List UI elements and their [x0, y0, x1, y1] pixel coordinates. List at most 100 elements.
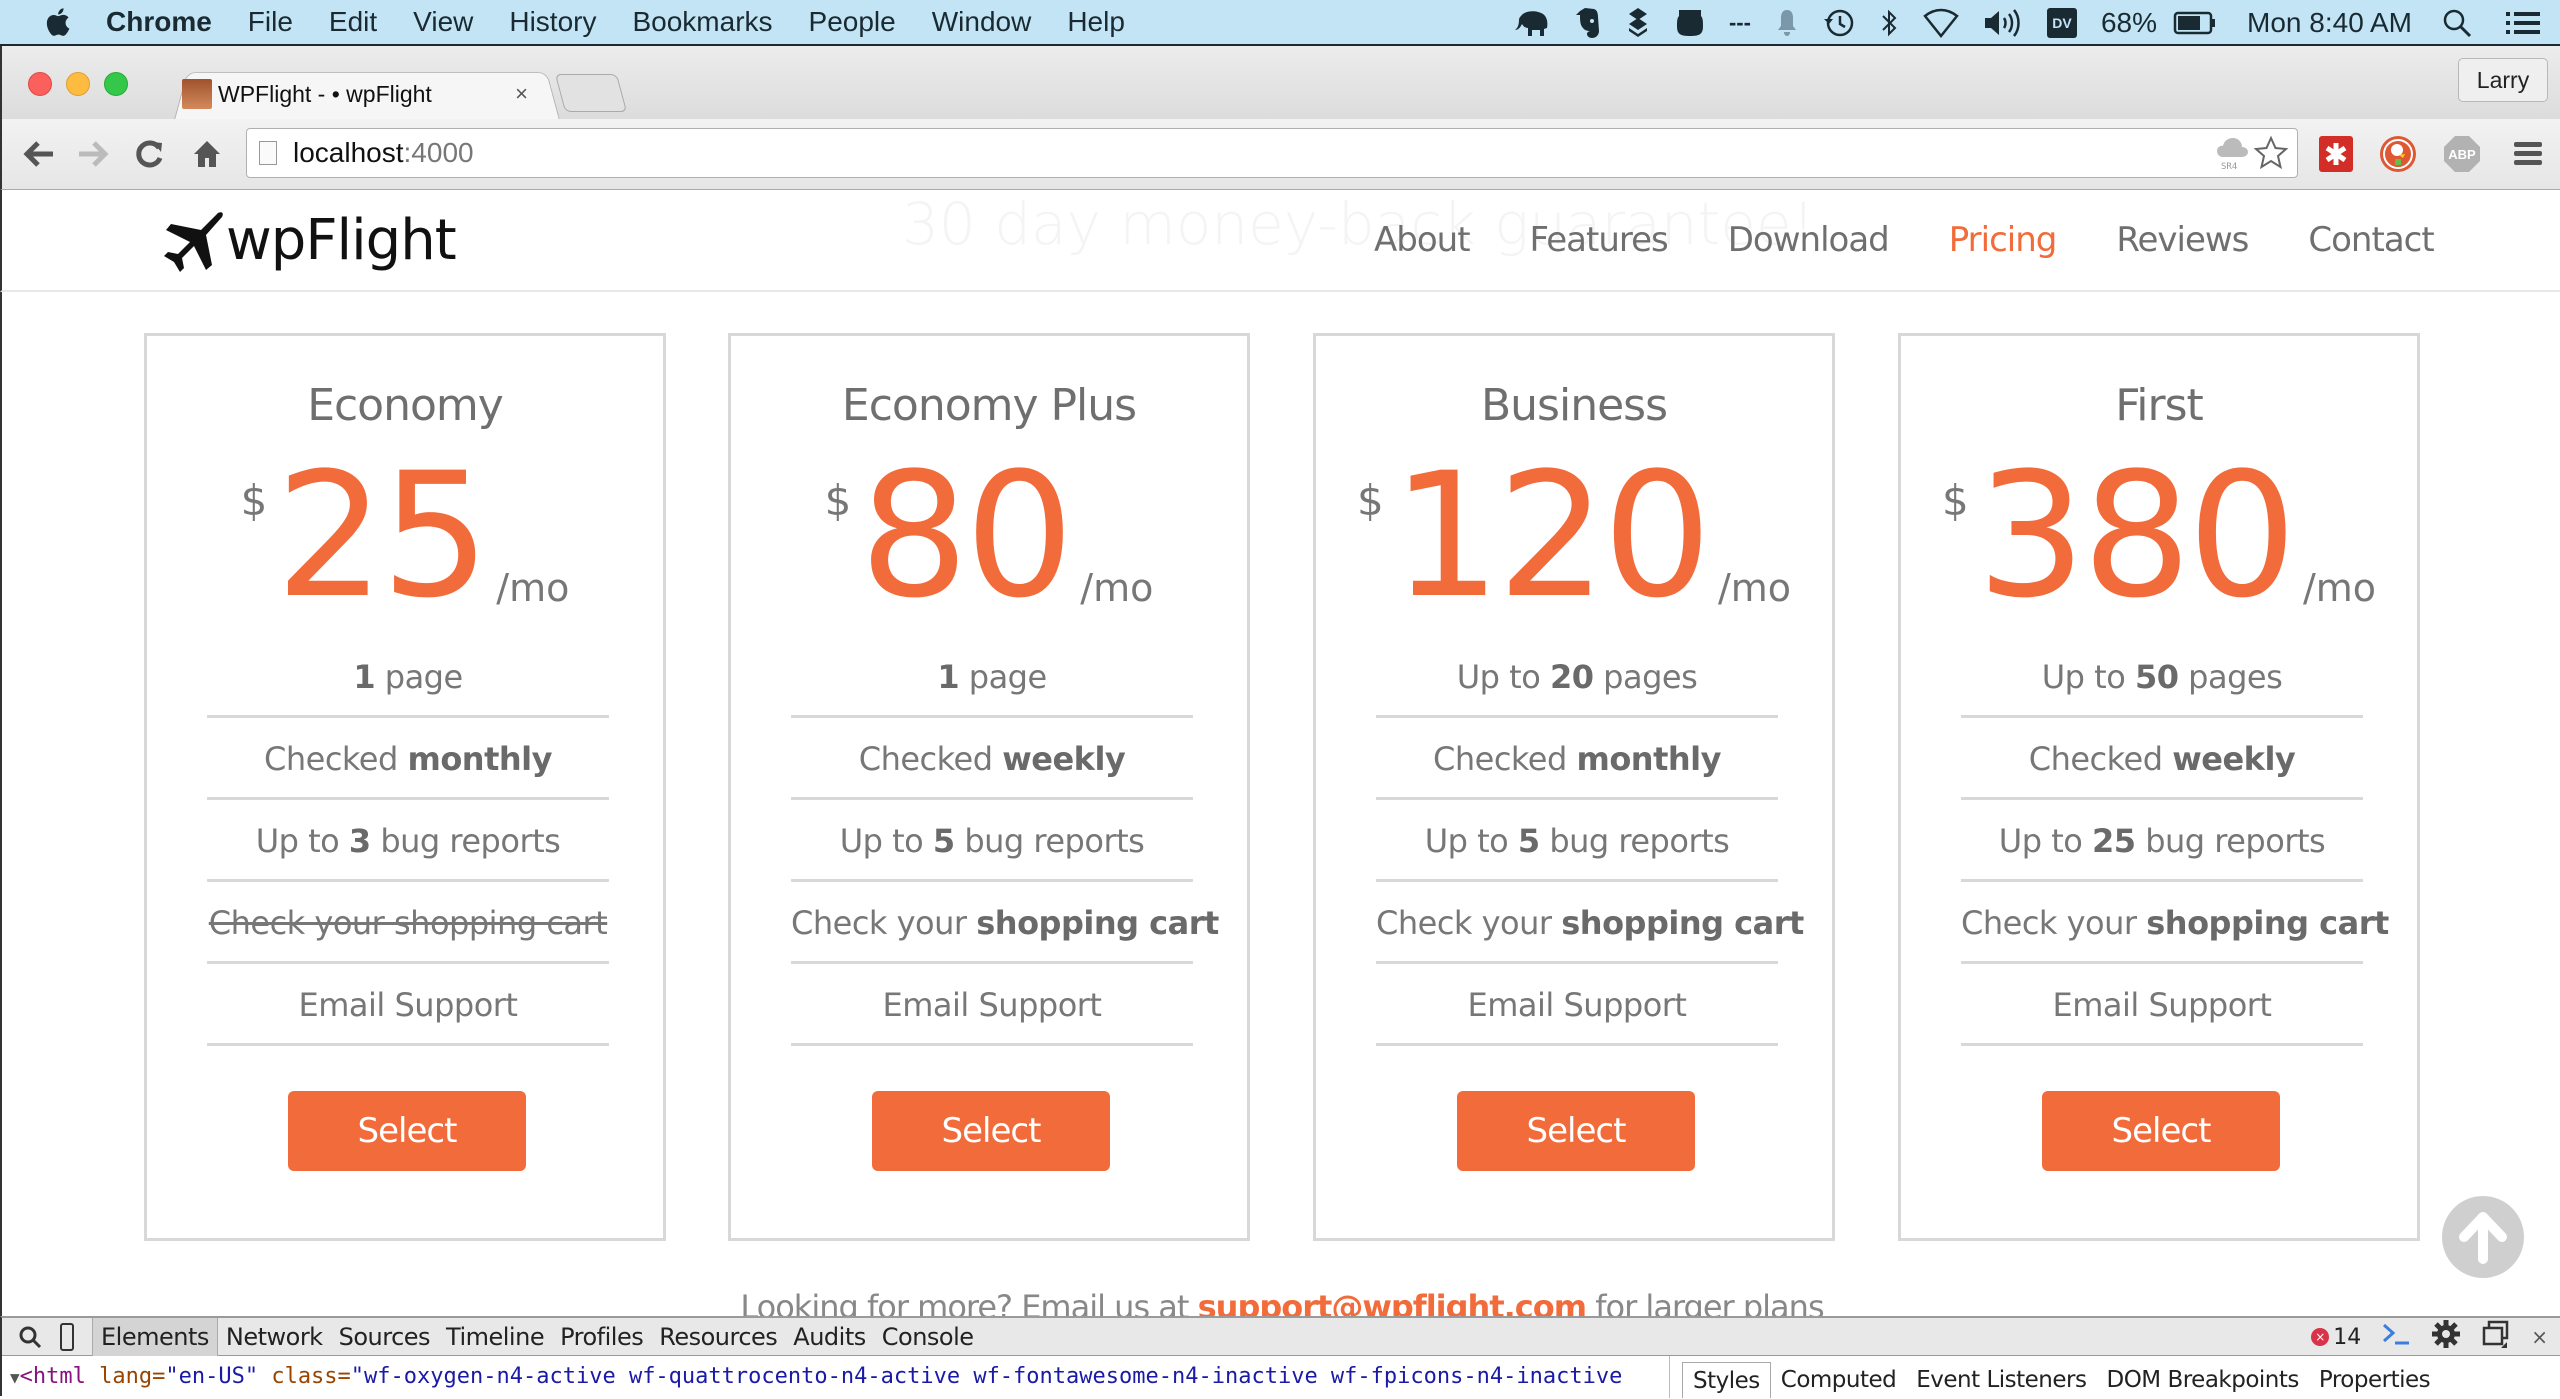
plan-name: First — [2115, 380, 2204, 431]
window-zoom-button[interactable] — [104, 72, 128, 96]
browser-tab[interactable]: WPFlight - • wpFlight × — [182, 70, 542, 118]
devtools-tab-resources[interactable]: Resources — [651, 1318, 785, 1356]
url-port: :4000 — [403, 137, 474, 168]
duckduckgo-icon[interactable] — [2378, 133, 2418, 175]
device-mode-icon[interactable] — [50, 1322, 84, 1351]
chrome-menu-icon[interactable] — [2508, 133, 2548, 175]
feature-text: Up to — [2041, 658, 2135, 696]
feature-text-suffix: pages — [1593, 658, 1698, 696]
feature-text-suffix: bug reports — [954, 822, 1145, 860]
nav-about[interactable]: About — [1374, 220, 1471, 260]
devtools-tab-profiles[interactable]: Profiles — [552, 1318, 651, 1356]
nav-reviews[interactable]: Reviews — [2116, 220, 2249, 260]
side-tab-computed[interactable]: Computed — [1771, 1362, 1906, 1398]
apple-icon[interactable] — [42, 6, 72, 38]
error-counter[interactable]: × 14 — [2311, 1325, 2361, 1350]
feature-text: Checked — [2028, 740, 2173, 778]
logo-text: wpFlight — [226, 208, 457, 273]
select-economy-plus-button[interactable]: Select — [872, 1091, 1110, 1171]
devtools-tab-console[interactable]: Console — [874, 1318, 982, 1356]
side-tab-event-listeners[interactable]: Event Listeners — [1906, 1362, 2096, 1398]
feature-text: Email Support — [1467, 986, 1687, 1024]
evernote-icon[interactable] — [1575, 7, 1601, 39]
devtools-tab-elements[interactable]: Elements — [92, 1317, 218, 1356]
error-count: 14 — [2333, 1324, 2362, 1350]
reload-button[interactable] — [130, 135, 168, 173]
menu-history[interactable]: History — [509, 6, 596, 38]
scroll-to-top-button[interactable] — [2442, 1196, 2524, 1278]
menu-view[interactable]: View — [413, 6, 473, 38]
battery-icon[interactable] — [2173, 10, 2217, 36]
site-logo[interactable]: wpFlight — [160, 208, 457, 273]
profile-button[interactable]: Larry — [2458, 58, 2548, 102]
dock-side-icon[interactable] — [2481, 1320, 2511, 1354]
side-tab-dom-breakpoints[interactable]: DOM Breakpoints — [2096, 1362, 2308, 1398]
side-tab-properties[interactable]: Properties — [2309, 1362, 2440, 1398]
bluetooth-icon[interactable] — [1879, 8, 1899, 38]
notification-center-icon[interactable] — [2506, 10, 2540, 36]
nav-features[interactable]: Features — [1530, 220, 1669, 260]
select-business-button[interactable]: Select — [1457, 1091, 1695, 1171]
forward-button[interactable] — [74, 135, 112, 173]
feature-text: Check your — [791, 904, 977, 942]
menu-window[interactable]: Window — [932, 6, 1032, 38]
devtools-tab-sources[interactable]: Sources — [331, 1318, 438, 1356]
feature-item: Up to 3 bug reports — [207, 800, 609, 882]
menu-people[interactable]: People — [809, 6, 896, 38]
volume-icon[interactable] — [1983, 8, 2023, 38]
spotlight-search-icon[interactable] — [2442, 8, 2472, 38]
feature-item: Checked monthly — [1376, 718, 1778, 800]
bookmark-star-icon[interactable] — [2253, 135, 2289, 176]
feature-highlight: shopping cart — [976, 904, 1219, 942]
devtools-close-icon[interactable]: × — [2531, 1325, 2548, 1349]
feature-highlight: 3 — [348, 822, 371, 860]
devtools-tab-network[interactable]: Network — [218, 1318, 331, 1356]
devtools-tab-timeline[interactable]: Timeline — [438, 1318, 552, 1356]
sr4-cloud-icon[interactable]: SR4 — [2215, 135, 2251, 176]
tab-close-icon[interactable]: × — [515, 81, 528, 107]
nav-contact[interactable]: Contact — [2308, 220, 2434, 260]
notification-bell-icon[interactable] — [1775, 8, 1799, 38]
window-close-button[interactable] — [28, 72, 52, 96]
expand-triangle-icon[interactable]: ▼ — [10, 1368, 20, 1387]
select-economy-button[interactable]: Select — [288, 1091, 526, 1171]
side-tab-styles[interactable]: Styles — [1682, 1362, 1771, 1398]
settings-gear-icon[interactable] — [2431, 1319, 2461, 1355]
price-period: /mo — [1717, 566, 1792, 610]
nav-pricing[interactable]: Pricing — [1949, 220, 2058, 260]
devtools-tab-audits[interactable]: Audits — [785, 1318, 873, 1356]
menu-app-name[interactable]: Chrome — [106, 6, 212, 38]
support-email-link[interactable]: support@wpflight.com — [1198, 1288, 1587, 1316]
dv-badge[interactable]: DV — [2046, 8, 2077, 38]
inspect-element-icon[interactable] — [10, 1325, 50, 1349]
arrow-up-icon — [2459, 1212, 2507, 1264]
feature-item: Email Support — [1961, 964, 2363, 1046]
feature-text: Up to — [1424, 822, 1518, 860]
console-drawer-icon[interactable] — [2381, 1321, 2411, 1353]
wifi-icon[interactable] — [1923, 8, 1959, 38]
select-first-button[interactable]: Select — [2042, 1091, 2280, 1171]
address-bar[interactable]: localhost:4000 SR4 — [246, 128, 2298, 178]
feature-highlight: 5 — [1517, 822, 1540, 860]
clock[interactable]: Mon 8:40 AM — [2247, 7, 2412, 39]
menu-file[interactable]: File — [248, 6, 293, 38]
dropbox-icon[interactable] — [1625, 8, 1651, 38]
lastpass-icon[interactable] — [2316, 133, 2356, 175]
adblock-plus-icon[interactable]: ABP — [2442, 133, 2482, 175]
new-tab-button[interactable] — [554, 74, 628, 112]
jar-icon[interactable] — [1675, 8, 1705, 38]
menu-help[interactable]: Help — [1067, 6, 1125, 38]
dom-tree[interactable]: ▼<html lang="en-US" class="wf-oxygen-n4-… — [2, 1356, 1670, 1398]
airplane-icon — [164, 211, 223, 272]
window-minimize-button[interactable] — [66, 72, 90, 96]
elephant-icon[interactable] — [1514, 8, 1551, 38]
menu-extras: --- DV 68% Mon 8:40 AM — [1503, 0, 2560, 46]
url-text[interactable]: localhost:4000 — [293, 137, 474, 169]
menu-bookmarks[interactable]: Bookmarks — [632, 6, 772, 38]
menu-edit[interactable]: Edit — [329, 6, 377, 38]
nav-download[interactable]: Download — [1728, 220, 1890, 260]
time-machine-icon[interactable] — [1823, 7, 1855, 39]
back-button[interactable] — [20, 135, 58, 173]
home-button[interactable] — [188, 135, 226, 173]
dom-tag: <html — [19, 1364, 86, 1389]
